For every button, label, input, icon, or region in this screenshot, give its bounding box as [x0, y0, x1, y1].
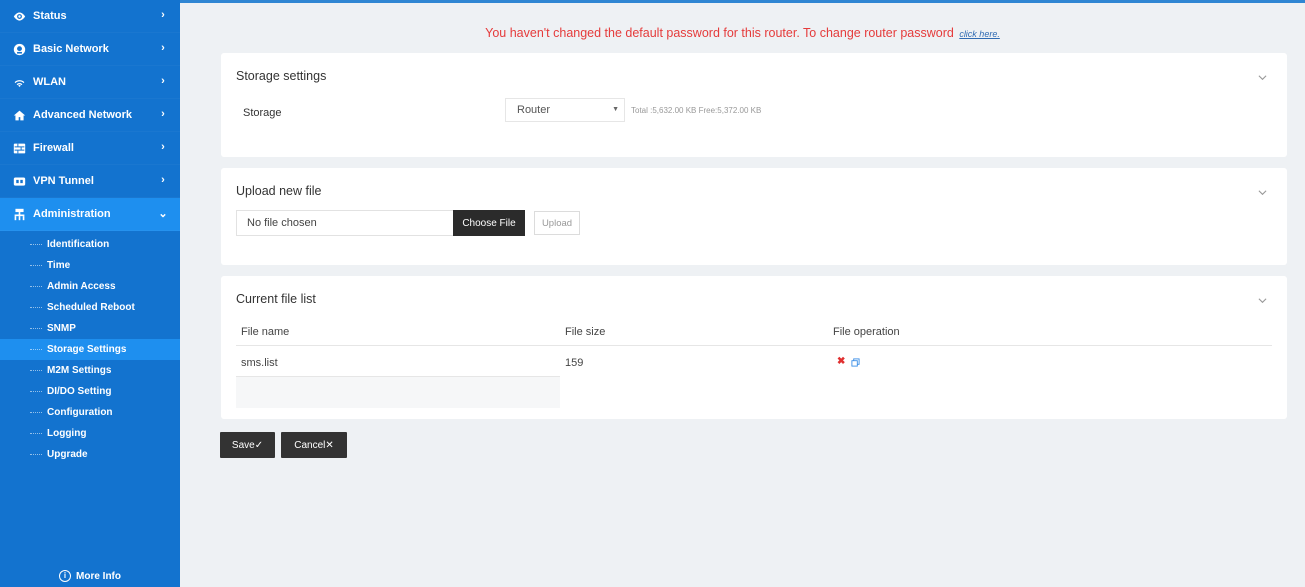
sidebar-subitem-label: Upgrade [47, 449, 88, 460]
sidebar-subitem-dido-setting[interactable]: DI/DO Setting [0, 381, 180, 402]
sidebar-subitem-label: Logging [47, 428, 87, 439]
save-button[interactable]: Save✓ [220, 432, 275, 458]
sidebar-subitem-label: Time [47, 260, 71, 271]
current-file-list-card: Current file list File name File size Fi… [221, 276, 1287, 419]
default-password-warning: You haven't changed the default password… [180, 26, 1305, 40]
file-name-field[interactable]: No file chosen [236, 210, 454, 236]
sidebar-item-vpn-tunnel[interactable]: VPN Tunnel › [0, 165, 180, 198]
admin-icon [13, 208, 26, 221]
storage-settings-card: Storage settings Storage Router ▼ Total … [221, 53, 1287, 157]
table-divider [236, 345, 1272, 346]
choose-file-button[interactable]: Choose File [453, 210, 525, 236]
more-info-link[interactable]: i More Info [0, 565, 180, 587]
chevron-right-icon: › [161, 75, 165, 87]
sidebar-item-basic-network[interactable]: Basic Network › [0, 33, 180, 66]
info-icon: i [59, 570, 71, 582]
collapse-chevron-icon[interactable] [1258, 294, 1267, 304]
sidebar-subitem-upgrade[interactable]: Upgrade [0, 444, 180, 465]
file-size-cell: 159 [565, 357, 584, 369]
column-header-file-size: File size [565, 326, 606, 338]
sidebar-item-label: Status [33, 10, 67, 22]
column-header-file-name: File name [241, 326, 290, 338]
globe-icon [13, 43, 26, 56]
upload-file-card: Upload new file No file chosen Choose Fi… [221, 168, 1287, 265]
eye-icon [13, 10, 26, 23]
sidebar-subitem-snmp[interactable]: SNMP [0, 318, 180, 339]
chevron-down-icon: ⌄ [158, 208, 168, 220]
vpn-icon [13, 175, 26, 188]
sidebar-subitem-label: DI/DO Setting [47, 386, 112, 397]
cancel-button[interactable]: Cancel✕ [281, 432, 347, 458]
card-title: Upload new file [236, 184, 322, 198]
empty-table-row [236, 377, 560, 408]
upload-button[interactable]: Upload [534, 211, 580, 235]
sidebar-item-firewall[interactable]: Firewall › [0, 132, 180, 165]
chevron-right-icon: › [161, 141, 165, 153]
card-title: Current file list [236, 292, 316, 306]
sidebar-item-status[interactable]: Status › [0, 0, 180, 33]
collapse-chevron-icon[interactable] [1258, 71, 1267, 81]
delete-icon[interactable]: ✖ [837, 356, 845, 367]
sidebar-subitem-admin-access[interactable]: Admin Access [0, 276, 180, 297]
sidebar-item-label: Administration [33, 208, 111, 220]
sidebar-subitem-configuration[interactable]: Configuration [0, 402, 180, 423]
chevron-right-icon: › [161, 174, 165, 186]
sidebar-subitem-label: Configuration [47, 407, 113, 418]
sidebar: Status › Basic Network › WLAN › Advanced… [0, 0, 180, 587]
firewall-icon [13, 142, 26, 155]
sidebar-item-label: Basic Network [33, 43, 109, 55]
wifi-icon [13, 76, 26, 89]
card-title: Storage settings [236, 69, 327, 83]
sidebar-subitem-label: SNMP [47, 323, 76, 334]
storage-select[interactable]: Router ▼ [505, 98, 625, 122]
sidebar-subitem-m2m-settings[interactable]: M2M Settings [0, 360, 180, 381]
copy-icon[interactable] [851, 356, 860, 367]
sidebar-item-wlan[interactable]: WLAN › [0, 66, 180, 99]
sidebar-subitem-time[interactable]: Time [0, 255, 180, 276]
sidebar-subitem-label: Admin Access [47, 281, 116, 292]
network-icon [13, 109, 26, 122]
sidebar-item-label: WLAN [33, 76, 66, 88]
warning-text: You haven't changed the default password… [485, 26, 954, 40]
sidebar-item-label: Advanced Network [33, 109, 133, 121]
chevron-right-icon: › [161, 108, 165, 120]
sidebar-subitem-identification[interactable]: Identification [0, 234, 180, 255]
storage-capacity-info: Total :5,632.00 KB Free:5,372.00 KB [631, 106, 762, 115]
sidebar-subitem-storage-settings[interactable]: Storage Settings [0, 339, 180, 360]
column-header-file-operation: File operation [833, 326, 900, 338]
file-name-text: No file chosen [247, 217, 317, 229]
collapse-chevron-icon[interactable] [1258, 186, 1267, 196]
change-password-link[interactable]: click here. [959, 29, 1000, 39]
chevron-right-icon: › [161, 9, 165, 21]
top-accent-bar [180, 0, 1305, 3]
sidebar-item-label: Firewall [33, 142, 74, 154]
storage-label: Storage [243, 107, 282, 119]
sidebar-subitem-scheduled-reboot[interactable]: Scheduled Reboot [0, 297, 180, 318]
storage-select-value: Router [517, 104, 551, 116]
more-info-label: More Info [76, 570, 121, 582]
sidebar-subitem-label: Identification [47, 239, 110, 250]
sidebar-subitem-logging[interactable]: Logging [0, 423, 180, 444]
dropdown-arrow-icon: ▼ [612, 106, 619, 113]
sidebar-subitem-label: Scheduled Reboot [47, 302, 135, 313]
sidebar-subitem-label: M2M Settings [47, 365, 112, 376]
sidebar-subitem-label: Storage Settings [47, 344, 127, 355]
sidebar-item-label: VPN Tunnel [33, 175, 94, 187]
file-name-cell: sms.list [241, 357, 278, 369]
sidebar-item-advanced-network[interactable]: Advanced Network › [0, 99, 180, 132]
chevron-right-icon: › [161, 42, 165, 54]
sidebar-item-administration[interactable]: Administration ⌄ [0, 198, 180, 231]
